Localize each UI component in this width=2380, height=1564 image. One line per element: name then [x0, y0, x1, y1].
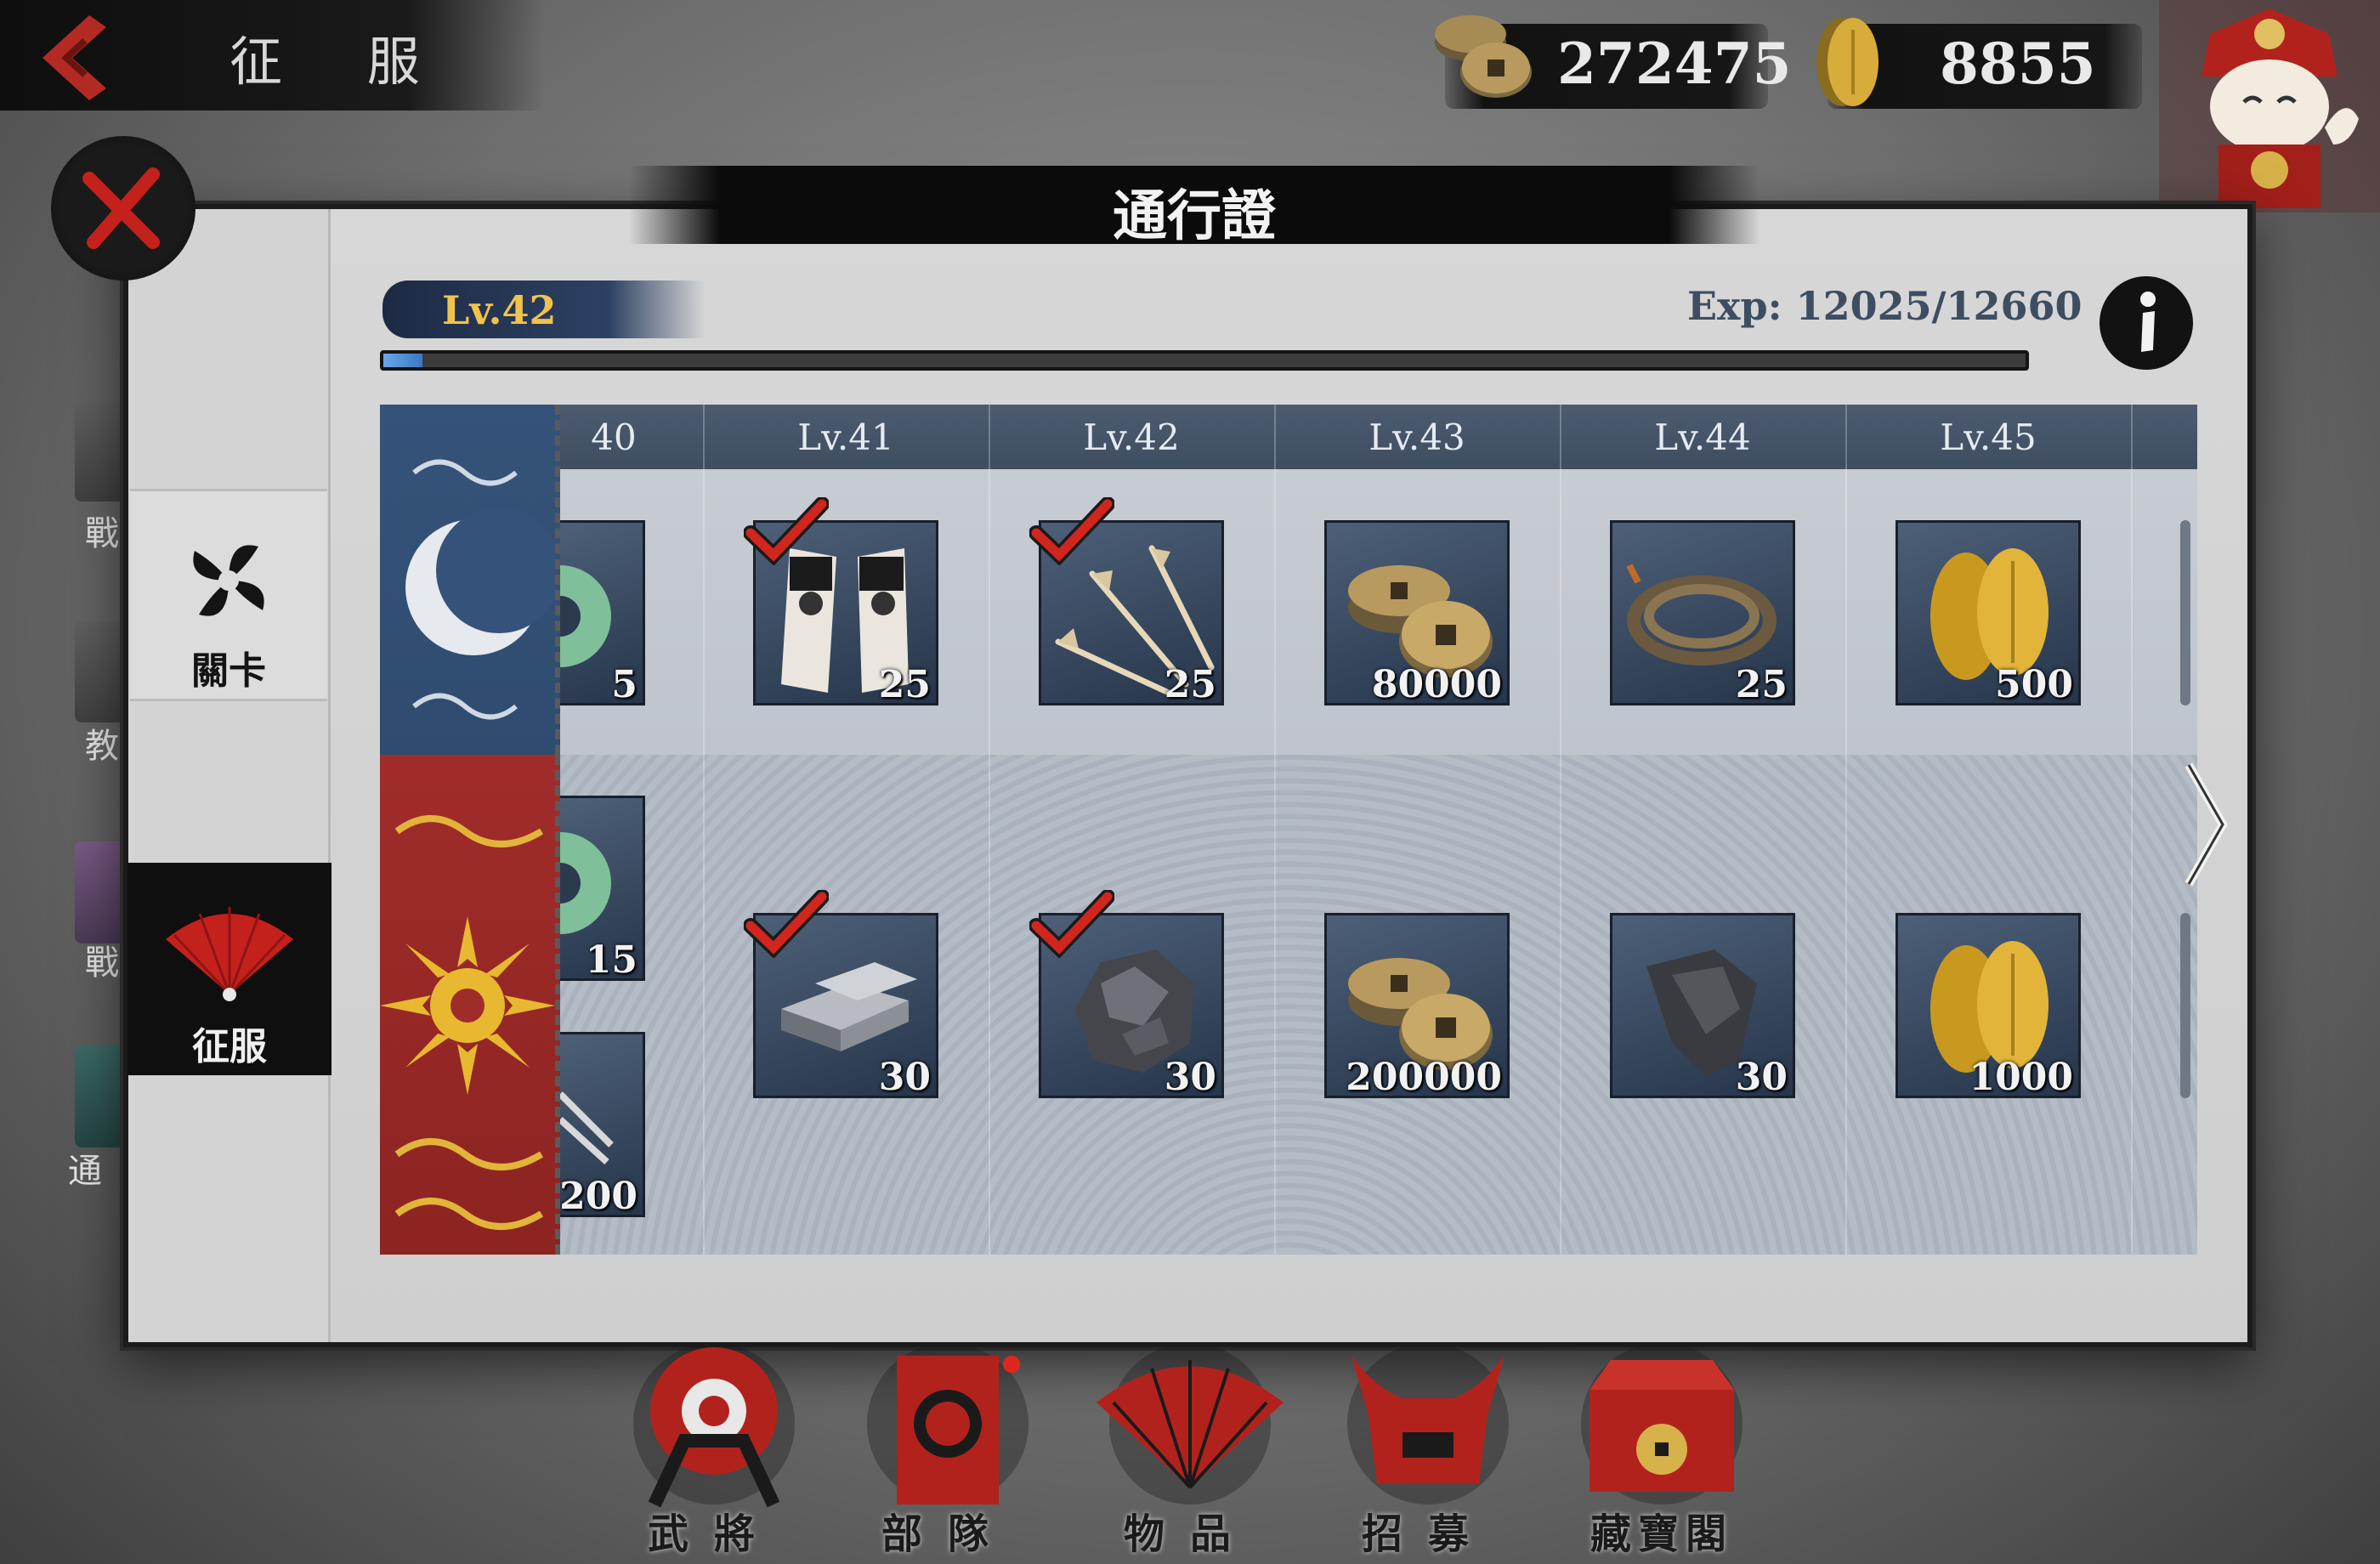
nav-generals[interactable]: 武將	[604, 1339, 824, 1564]
chevron-right-icon[interactable]	[2176, 748, 2236, 901]
general-icon	[633, 1343, 795, 1508]
reward-item[interactable]: 200000	[1324, 913, 1510, 1099]
reward-quantity: 25	[1735, 663, 1788, 706]
pinwheel-icon	[193, 545, 264, 616]
treasure-chest-icon	[1581, 1343, 1742, 1504]
nav-items[interactable]: 物品	[1080, 1339, 1300, 1564]
exp-progress-bar	[380, 350, 2029, 371]
items-fan-icon	[1096, 1343, 1284, 1504]
reward-item[interactable]: 25	[744, 497, 938, 706]
tab-stages-label: 關卡	[191, 649, 266, 693]
reward-track[interactable]: 40 Lv.41 Lv.42 Lv.43 Lv.44 Lv.45 5 15 20…	[380, 405, 2197, 1255]
nav-treasure-label: 藏寶閣	[1590, 1510, 1733, 1558]
reward-item[interactable]: 15	[509, 796, 645, 982]
panel-title: 通行證	[1113, 184, 1276, 248]
level-badge: Lv.42	[382, 280, 706, 338]
nav-troops[interactable]: 部隊	[837, 1339, 1058, 1564]
column-divider	[1274, 405, 1276, 1255]
nav-generals-label: 武將	[647, 1510, 780, 1558]
claimed-check-icon	[1029, 890, 1114, 958]
reward-quantity: 200	[559, 1175, 638, 1218]
claimed-check-icon	[1029, 497, 1114, 565]
recruit-helmet-icon	[1347, 1343, 1509, 1504]
tab-stages[interactable]: 關卡	[130, 489, 327, 701]
reward-quantity: 25	[1164, 663, 1216, 706]
info-icon	[2140, 292, 2156, 352]
nav-troops-label: 部隊	[881, 1510, 1014, 1558]
claimed-check-icon	[744, 497, 829, 565]
reward-quantity: 30	[1164, 1056, 1216, 1099]
reward-item[interactable]: 30	[744, 890, 938, 1099]
info-button[interactable]	[2100, 276, 2193, 370]
close-icon	[82, 167, 160, 249]
reward-item[interactable]: 30	[1029, 890, 1224, 1099]
exp-text: Exp: 12025/12660	[1687, 283, 2082, 329]
close-button[interactable]	[51, 136, 196, 280]
claimed-check-icon	[744, 890, 829, 958]
reward-item[interactable]: 25	[1029, 497, 1224, 706]
reward-quantity: 1000	[1969, 1056, 2073, 1099]
nav-recruit-label: 招募	[1361, 1510, 1494, 1558]
coins-value: 272475	[1557, 31, 1792, 97]
side-nav-label: 教	[85, 727, 119, 766]
crescent-moon-icon	[405, 459, 562, 720]
level-column-header: Lv.42	[1083, 416, 1180, 458]
reward-quantity: 80000	[1371, 663, 1502, 706]
column-divider	[1560, 405, 1561, 1255]
level-column-header: Lv.44	[1654, 416, 1751, 458]
reward-quantity: 15	[585, 938, 638, 982]
column-divider	[2131, 405, 2133, 1255]
reward-item[interactable]: 1000	[1896, 913, 2081, 1099]
column-divider	[989, 405, 990, 1255]
reward-quantity: 25	[878, 663, 931, 706]
level-column-header: Lv.45	[1940, 416, 2037, 458]
premium-track-banner	[380, 755, 560, 1255]
reward-quantity: 30	[878, 1056, 931, 1099]
reward-item[interactable]: 80000	[1324, 520, 1510, 706]
side-nav-label: 戰	[85, 514, 119, 553]
exp-progress-fill	[383, 354, 423, 367]
reward-item[interactable]: 30	[1610, 913, 1795, 1099]
column-divider	[1845, 405, 1847, 1255]
nav-recruit[interactable]: 招募	[1318, 1339, 1538, 1564]
premium-row-scrollbar[interactable]	[2180, 913, 2190, 1098]
side-nav-label: 戰	[85, 944, 119, 983]
side-nav-label: 通	[68, 1152, 102, 1191]
reward-item[interactable]: 500	[1896, 520, 2081, 706]
troops-banner-icon	[867, 1343, 1028, 1504]
tab-conquest[interactable]: 征服	[128, 863, 332, 1075]
free-track-banner	[380, 405, 562, 755]
reward-item[interactable]: 200	[558, 1032, 645, 1218]
reward-quantity: 30	[1735, 1056, 1788, 1099]
golden-sun-icon	[380, 815, 555, 1230]
reward-quantity: 5	[611, 663, 638, 706]
panel-title-banner: 通行證	[629, 166, 1760, 248]
reward-item[interactable]: 25	[1610, 520, 1795, 706]
samurai-cat-mascot-icon[interactable]	[2159, 0, 2380, 212]
bottom-nav: 武將 部隊 物品 招募 藏寶閣	[552, 1339, 1828, 1564]
free-row-scrollbar[interactable]	[2180, 520, 2190, 706]
nav-treasure[interactable]: 藏寶閣	[1551, 1339, 1772, 1564]
nav-items-label: 物品	[1123, 1510, 1256, 1558]
gold-koban-icon	[1816, 18, 1878, 106]
level-column-header: Lv.43	[1368, 416, 1465, 458]
gold-value: 8855	[1940, 31, 2096, 97]
tab-conquest-label: 征服	[192, 1025, 267, 1068]
column-divider	[703, 405, 705, 1255]
level-badge-text: Lv.42	[442, 287, 557, 333]
fan-icon	[166, 907, 293, 1001]
screen-title: 征 服	[230, 31, 454, 93]
copper-coins-icon	[1435, 15, 1532, 98]
reward-quantity: 500	[1995, 663, 2073, 706]
panel-tab-column	[128, 209, 331, 1342]
reward-quantity: 200000	[1346, 1056, 1502, 1099]
back-arrow-icon[interactable]	[26, 7, 136, 109]
level-column-header: Lv.41	[797, 416, 894, 458]
reward-item[interactable]: 5	[509, 520, 645, 706]
